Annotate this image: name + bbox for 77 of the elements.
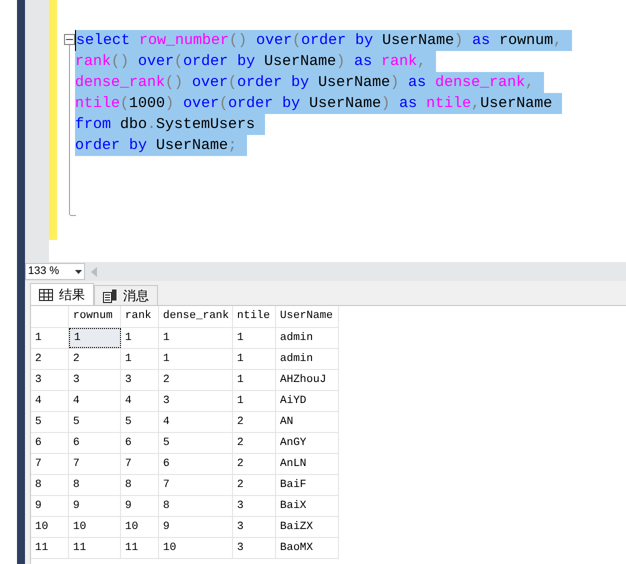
table-cell: BaoMX: [276, 538, 339, 558]
table-cell: 1: [233, 370, 276, 390]
row-number: 2: [31, 349, 69, 369]
collapse-icon[interactable]: [64, 34, 75, 45]
table-cell: AnGY: [276, 433, 339, 453]
column-header[interactable]: UserName: [276, 306, 339, 327]
table-cell: 7: [159, 475, 233, 495]
table-cell: 11: [69, 538, 121, 558]
zoom-dropdown[interactable]: 133 %: [25, 263, 85, 280]
table-cell: 1: [121, 328, 159, 348]
table-cell: 1: [159, 349, 233, 369]
document-icon: [103, 288, 117, 302]
row-number: 3: [31, 370, 69, 390]
table-cell: 11: [121, 538, 159, 558]
table-cell: 1: [159, 328, 233, 348]
table-cell: 1: [233, 328, 276, 348]
table-cell: AnLN: [276, 454, 339, 474]
table-cell: 2: [233, 433, 276, 453]
row-number: 11: [31, 538, 69, 558]
table-cell: 2: [69, 349, 121, 369]
table-cell: 9: [121, 496, 159, 516]
result-tab[interactable]: 结果: [30, 283, 94, 305]
table-cell: 3: [69, 370, 121, 390]
table-cell: 5: [69, 412, 121, 432]
table-cell: 10: [69, 517, 121, 537]
row-number: 10: [31, 517, 69, 537]
table-cell: 2: [233, 412, 276, 432]
row-number: 4: [31, 391, 69, 411]
table-cell: 3: [233, 538, 276, 558]
table-cell: 6: [159, 454, 233, 474]
table-cell: 4: [121, 391, 159, 411]
table-cell: 2: [233, 475, 276, 495]
table-cell: 7: [69, 454, 121, 474]
column-header[interactable]: rank: [121, 306, 159, 327]
result-tab[interactable]: 消息: [94, 285, 158, 305]
table-cell: 1: [69, 328, 121, 348]
table-cell: 2: [159, 370, 233, 390]
table-cell: 3: [159, 391, 233, 411]
table-cell: AiYD: [276, 391, 339, 411]
table-cell: 6: [121, 433, 159, 453]
column-header[interactable]: dense_rank: [159, 306, 233, 327]
table-cell: 6: [69, 433, 121, 453]
table-cell: AHZhouJ: [276, 370, 339, 390]
table-cell: 9: [69, 496, 121, 516]
row-number: 9: [31, 496, 69, 516]
table-cell: 9: [159, 517, 233, 537]
table-cell: AN: [276, 412, 339, 432]
table-cell: 10: [121, 517, 159, 537]
table-cell: 7: [121, 454, 159, 474]
table-cell: 1: [121, 349, 159, 369]
table-cell: 2: [233, 454, 276, 474]
table-cell: BaiX: [276, 496, 339, 516]
row-number: 7: [31, 454, 69, 474]
table-icon: [39, 288, 53, 300]
table-cell: 4: [69, 391, 121, 411]
table-cell: 8: [121, 475, 159, 495]
table-cell: 4: [159, 412, 233, 432]
table-cell: admin: [276, 349, 339, 369]
row-number: 8: [31, 475, 69, 495]
table-cell: 1: [233, 391, 276, 411]
column-header[interactable]: rownum: [69, 306, 121, 327]
table-cell: 10: [159, 538, 233, 558]
table-cell: 3: [233, 517, 276, 537]
table-cell: BaiZX: [276, 517, 339, 537]
table-cell: 3: [121, 370, 159, 390]
row-number: 5: [31, 412, 69, 432]
caret-icon: [75, 270, 82, 274]
column-header[interactable]: ntile: [233, 306, 276, 327]
table-cell: 1: [233, 349, 276, 369]
table-cell: 8: [159, 496, 233, 516]
table-cell: BaiF: [276, 475, 339, 495]
row-number: 6: [31, 433, 69, 453]
table-cell: 5: [121, 412, 159, 432]
table-cell: admin: [276, 328, 339, 348]
table-cell: 8: [69, 475, 121, 495]
table-cell: 5: [159, 433, 233, 453]
table-cell: 3: [233, 496, 276, 516]
